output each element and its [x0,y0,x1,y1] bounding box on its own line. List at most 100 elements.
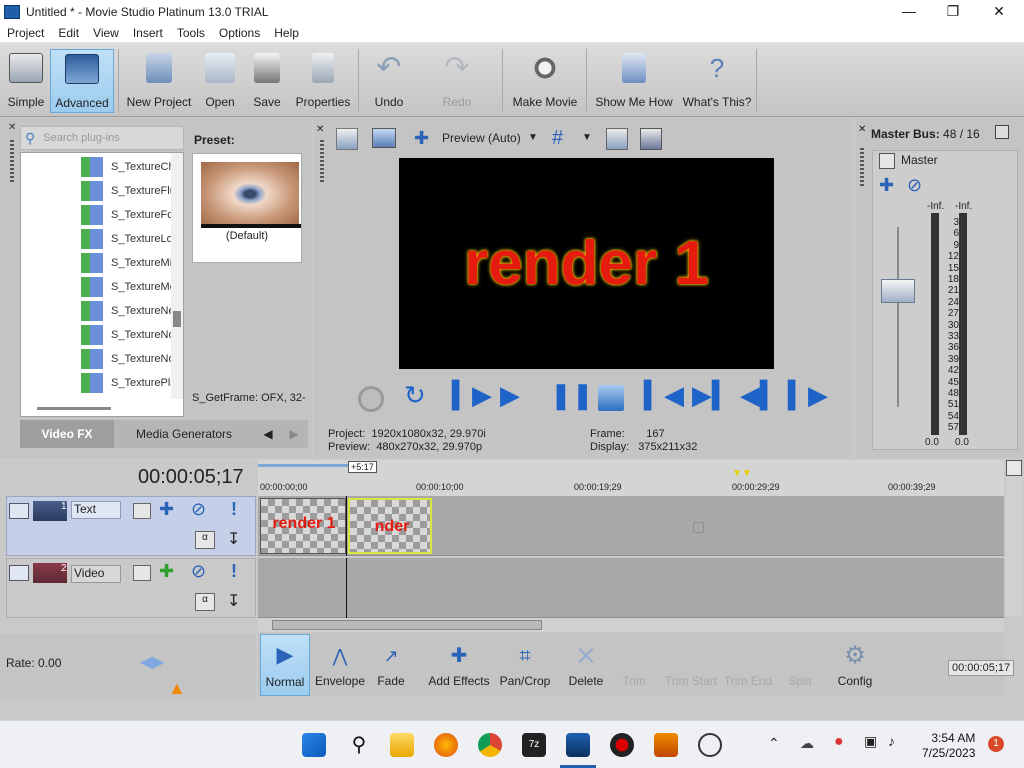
plugin-item[interactable]: S_TextureNe [81,299,171,323]
split-screen-icon[interactable]: ✚ [414,129,429,147]
plugin-item[interactable]: S_TexturePla [81,371,171,395]
fl-studio-icon[interactable] [654,733,678,757]
play-from-start-icon[interactable]: ▍▶ [452,380,492,411]
chevron-down-icon[interactable]: ▼ [582,132,592,143]
config-button[interactable]: ⚙ Config [830,638,880,698]
level-arrow-icon[interactable]: ↧ [227,591,245,611]
speaker-icon[interactable]: ♪ [888,733,895,749]
maximize-button[interactable]: ❐ [930,0,976,23]
track-mute-icon[interactable]: ⊘ [191,561,206,582]
master-properties-icon[interactable] [995,125,1009,139]
plugin-item[interactable]: S_TextureNo [81,347,171,371]
track-lane-video[interactable] [258,558,1004,618]
track-name-field[interactable]: Text [71,501,121,519]
properties-button[interactable]: Properties [292,49,354,113]
plugin-list[interactable]: S_TextureCh S_TextureFlu S_TextureFo S_T… [20,152,184,417]
go-to-start-icon[interactable]: ▍◀ [644,380,684,411]
playhead[interactable] [346,496,347,556]
close-preview-icon[interactable]: ✕ [316,124,324,135]
search-icon[interactable]: ⚲ [347,733,371,757]
trim-start-button[interactable]: Trim Start [662,638,720,698]
clock[interactable]: 3:54 AM 7/25/2023 [922,731,975,761]
track-motion-icon[interactable] [133,503,151,519]
next-frame-icon[interactable]: ▍▶ [788,380,828,411]
envelope-tool-button[interactable]: ⋀ Envelope [314,638,366,698]
track-mute-icon[interactable]: ⊘ [191,499,206,520]
whats-this-button[interactable]: ? What's This? [682,49,752,113]
network-icon[interactable]: ☁ [800,735,814,752]
notification-badge[interactable]: 1 [988,736,1004,752]
advanced-button[interactable]: Advanced [50,49,114,113]
tab-media-generators[interactable]: Media Generators [114,420,254,448]
minimize-button[interactable]: — [886,0,932,23]
timeline-horizontal-scrollbar[interactable] [258,618,1004,632]
pause-icon[interactable]: ❚❚ [550,380,594,411]
tab-prev-arrow[interactable]: ◀ [256,420,280,448]
track-header-text[interactable]: 1 Text ✚ ⊘ ! α ↧ [6,496,256,556]
track-motion-icon[interactable] [133,565,151,581]
preview-quality-dropdown[interactable]: Preview (Auto) [442,131,521,145]
make-movie-button[interactable]: Make Movie [508,49,582,113]
track-solo-icon[interactable]: ! [231,499,237,520]
video-properties-icon[interactable] [336,128,358,150]
obs-icon[interactable] [698,733,722,757]
save-button[interactable]: Save [246,49,288,113]
scroll-thumb[interactable] [272,620,542,630]
master-fader[interactable] [881,279,915,303]
play-icon[interactable]: ▶ [500,380,520,411]
copy-snapshot-icon[interactable] [606,128,628,150]
fade-tool-button[interactable]: ↗ Fade [370,638,412,698]
track-expand-icon[interactable] [9,503,29,519]
file-explorer-icon[interactable] [390,733,414,757]
text-clip[interactable]: render 1 [260,498,346,554]
trim-end-button[interactable]: Trim End [722,638,774,698]
rate-slider-thumb[interactable]: ▲ [168,678,186,699]
delete-button[interactable]: ✕ Delete [564,638,608,698]
timeline-notes-icon[interactable] [1006,460,1022,476]
chrome-icon[interactable] [478,733,502,757]
horizontal-scroll-thumb[interactable] [37,407,111,410]
open-button[interactable]: Open [198,49,242,113]
menu-edit[interactable]: Edit [51,26,86,40]
tab-video-fx[interactable]: Video FX [20,420,114,448]
monitor-icon[interactable]: ▣ [864,733,877,750]
preset-thumbnail[interactable]: (Default) [192,153,302,263]
preview-grip[interactable] [320,140,324,184]
master-fx-chain-icon[interactable]: ✚ [879,175,894,196]
overlays-grid-icon[interactable]: # [552,128,563,148]
master-fx-icon[interactable] [879,153,895,169]
undo-button[interactable]: ↶ Undo [364,49,414,113]
selected-text-clip[interactable]: nder [348,498,432,554]
level-arrow-icon[interactable]: ↧ [227,529,245,549]
recorder-icon[interactable] [610,733,634,757]
plugin-item[interactable]: S_TextureFo [81,203,171,227]
timeline-vertical-scrollbar[interactable] [1006,476,1022,616]
track-name-field[interactable]: Video [71,565,121,583]
marker-icon[interactable]: ▼▼ [732,468,752,479]
stop-icon[interactable] [598,385,624,411]
scroll-thumb[interactable] [173,311,181,327]
previous-frame-icon[interactable]: ◀▍ [740,380,780,411]
trim-button[interactable]: Trim [612,638,656,698]
close-panel-icon[interactable]: ✕ [8,123,16,133]
compositing-mode-icon[interactable]: α [195,593,215,611]
show-me-how-button[interactable]: Show Me How [592,49,676,113]
video-preview-screen[interactable]: render 1 [399,158,774,369]
plugin-item[interactable]: S_TextureFlu [81,179,171,203]
7zip-icon[interactable]: 7z [522,733,546,757]
plugin-scrollbar[interactable] [171,153,183,399]
new-project-button[interactable]: New Project [124,49,194,113]
menu-tools[interactable]: Tools [170,26,212,40]
plugin-item[interactable]: S_TextureMo [81,275,171,299]
record-button[interactable] [358,386,384,412]
go-to-end-icon[interactable]: ▶▍ [692,380,732,411]
menu-options[interactable]: Options [212,26,267,40]
external-monitor-icon[interactable] [372,128,396,148]
master-grip[interactable] [860,148,864,188]
chevron-down-icon[interactable]: ▼ [528,132,538,143]
menu-view[interactable]: View [86,26,126,40]
compositing-mode-icon[interactable]: α [195,531,215,549]
simple-button[interactable]: Simple [4,49,48,113]
mute-icon[interactable]: ⊘ [907,175,922,196]
split-button[interactable]: Split [776,638,824,698]
